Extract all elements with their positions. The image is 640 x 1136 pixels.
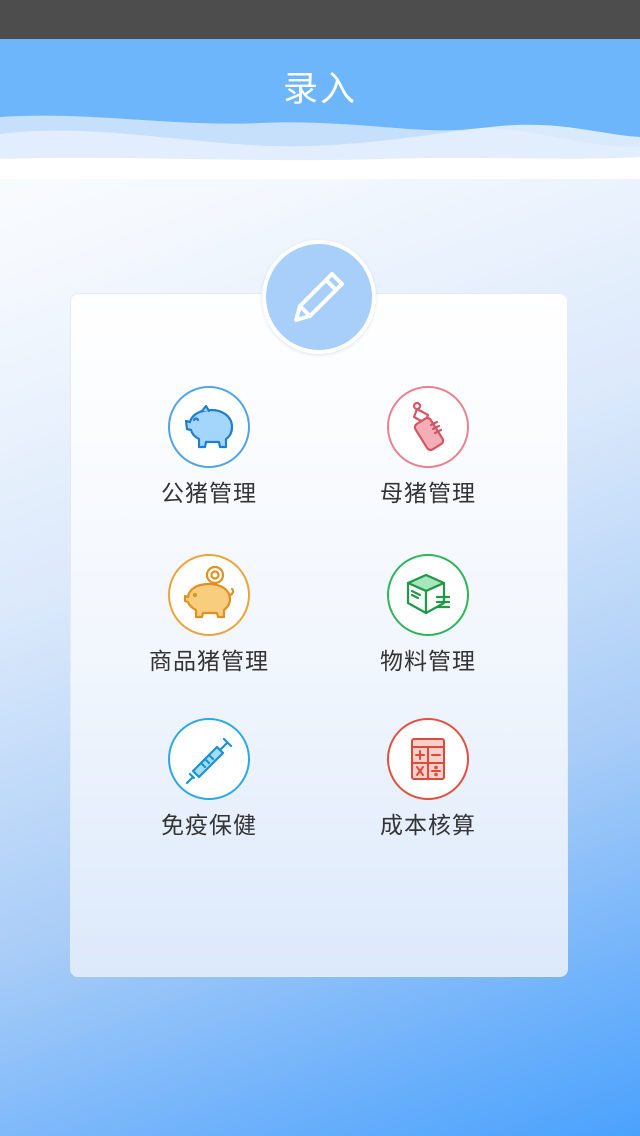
menu-item-cost-accounting[interactable]: 成本核算 [328,718,528,848]
boar-pig-icon [184,404,234,449]
status-bar [0,0,640,39]
header: 录入 [0,39,640,179]
menu-icon-circle [387,386,469,468]
badge-circle [262,240,376,354]
menu-icon-circle [168,718,250,800]
menu-item-sow-management[interactable]: 母猪管理 [328,386,528,516]
menu-item-immunization[interactable]: 免疫保健 [109,718,309,848]
menu-item-label: 母猪管理 [380,481,476,507]
menu-icon-circle [168,554,250,636]
menu-item-label: 物料管理 [380,649,476,675]
syringe-icon [185,737,233,785]
menu-item-commodity-pig-management[interactable]: 商品猪管理 [109,554,309,684]
pencil-icon [294,272,344,322]
baby-bottle-icon [412,401,445,452]
menu-item-label: 商品猪管理 [149,649,269,675]
package-box-icon [406,573,451,615]
menu-icon-circle [387,554,469,636]
menu-item-label: 成本核算 [380,813,476,839]
calculator-icon [411,738,445,780]
menu-item-label: 公猪管理 [161,481,257,507]
menu-icon-circle [168,386,250,468]
menu-item-label: 免疫保健 [161,813,257,839]
page-title: 录入 [282,70,357,110]
menu-icon-circle [387,718,469,800]
menu-item-material-management[interactable]: 物料管理 [328,554,528,684]
menu-item-boar-management[interactable]: 公猪管理 [109,386,309,516]
piggy-bank-icon [183,565,235,619]
app-screen: 录入 公猪管理 母猪管理 商品猪管理 物料管理 免疫保健 成本核算 [0,0,640,1136]
